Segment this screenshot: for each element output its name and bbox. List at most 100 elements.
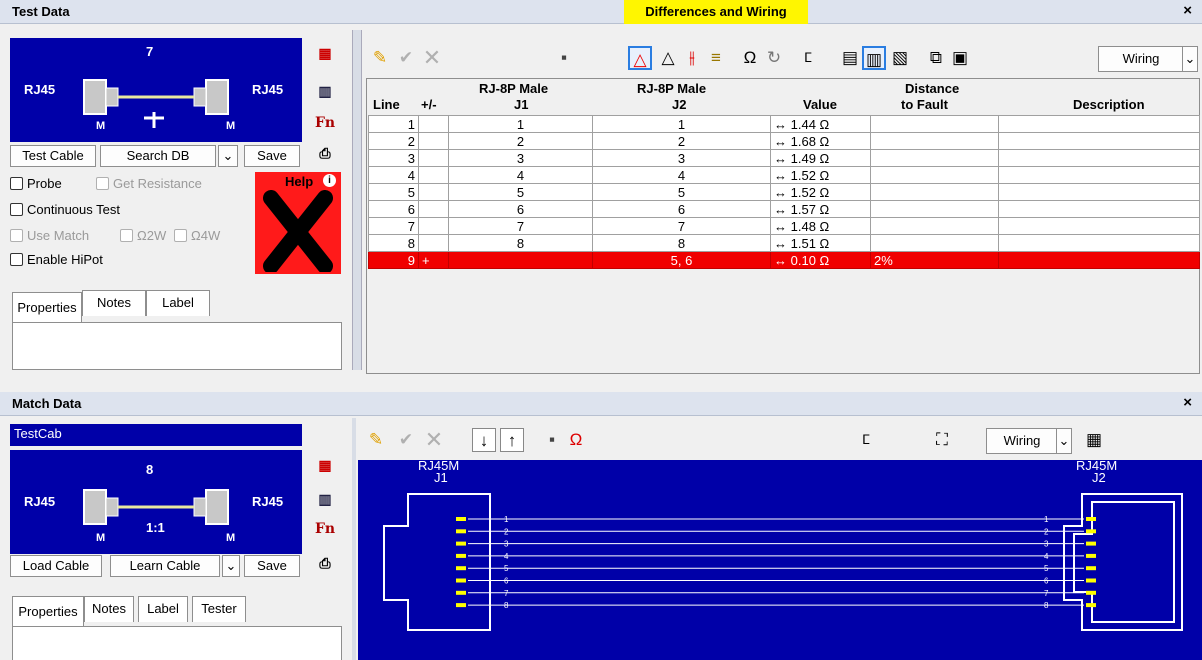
match-function-icon[interactable]: Fn [314,518,336,540]
table-row[interactable]: 1 1 1 ↔ 1.44 Ω [368,115,1200,133]
cell-plus-minus[interactable]: + [418,251,449,269]
cell-description[interactable] [998,217,1200,235]
table-row-fault[interactable]: 9 +5, 6 ↔ 0.10 Ω 2% [368,251,1200,269]
cell-value[interactable]: ↔ 1.68 Ω [770,132,871,150]
print-icon[interactable]: ⎙ [314,142,336,164]
get-resistance-checkbox[interactable]: Get Resistance [96,176,202,191]
cell-j1[interactable]: 7 [448,217,593,235]
wiring-diagram[interactable]: RJ45M J1 RJ45M J2 1122334455667788 [358,460,1202,660]
continuous-test-checkbox[interactable]: Continuous Test [10,202,120,217]
ohm-rotate-icon[interactable]: ↻ [762,46,786,70]
cell-distance[interactable]: 2% [870,251,999,269]
search-db-dropdown-icon[interactable]: ⌄ [218,145,238,167]
cell-distance[interactable] [870,183,999,201]
cell-j1[interactable]: 1 [448,115,593,133]
cell-j1[interactable]: 8 [448,234,593,252]
cell-distance[interactable] [870,132,999,150]
cell-j2[interactable]: 5, 6 [592,251,771,269]
columns-icon[interactable]: ▥ [862,46,886,70]
accept-check-icon[interactable]: ✔ [394,46,418,70]
cell-j2[interactable]: 4 [592,166,771,184]
o4w-checkbox[interactable]: Ω4W [174,228,220,243]
cell-j1[interactable]: 5 [448,183,593,201]
cell-line[interactable]: 6 [368,200,419,218]
cell-j2[interactable]: 7 [592,217,771,235]
enable-hipot-checkbox[interactable]: Enable HiPot [10,252,103,267]
cell-value[interactable]: ↔ 1.52 Ω [770,166,871,184]
learn-cable-button[interactable]: Learn Cable [110,555,220,577]
cell-plus-minus[interactable] [418,183,449,201]
cell-plus-minus[interactable] [418,166,449,184]
split-wire-icon[interactable]: ⫲ [680,46,704,70]
cell-distance[interactable] [870,217,999,235]
info-icon[interactable]: i [323,174,336,187]
table-row[interactable]: 5 5 5 ↔ 1.52 Ω [368,183,1200,201]
paste-icon[interactable]: ▣ [948,46,972,70]
wire-ends-icon[interactable]: ⵎ [796,46,820,70]
help-fail-indicator[interactable]: Help i [255,172,341,274]
triangle-icon[interactable]: △ [656,46,680,70]
cell-line[interactable]: 2 [368,132,419,150]
cell-line[interactable]: 9 [368,251,419,269]
move-down-icon[interactable]: ↓ [472,428,496,452]
match-properties-area[interactable] [12,626,342,660]
cell-value[interactable]: ↔ 1.48 Ω [770,217,871,235]
fit-view-icon[interactable]: ⛶ [930,428,954,452]
match-edit-pencil-icon[interactable]: ✎ [364,428,388,452]
cell-plus-minus[interactable] [418,200,449,218]
cell-j1[interactable]: 3 [448,149,593,167]
cell-plus-minus[interactable] [418,115,449,133]
match-cable-name[interactable]: TestCab [10,424,302,446]
cell-j1[interactable]: 2 [448,132,593,150]
cell-value[interactable]: ↔ 1.44 Ω [770,115,871,133]
cell-plus-minus[interactable] [418,217,449,235]
cell-j1[interactable]: 4 [448,166,593,184]
cell-value[interactable]: ↔ 1.57 Ω [770,200,871,218]
test-tab-notes[interactable]: Notes [82,290,146,316]
wiring-dropdown-arrow-icon[interactable]: ⌄ [1182,46,1198,72]
cell-distance[interactable] [870,115,999,133]
cell-plus-minus[interactable] [418,234,449,252]
learn-cable-dropdown-icon[interactable]: ⌄ [222,555,240,577]
cell-j2[interactable]: 8 [592,234,771,252]
cell-line[interactable]: 5 [368,183,419,201]
test-cable-graphic[interactable]: 7 RJ45 RJ45 M M [10,38,302,142]
cable-book-icon[interactable]: ▦ [314,42,336,64]
cell-description[interactable] [998,251,1200,269]
cell-distance[interactable] [870,149,999,167]
ohm-icon[interactable]: Ω [738,46,762,70]
parallel-lines-icon[interactable]: ≡ [704,46,728,70]
cell-description[interactable] [998,200,1200,218]
copy-icon[interactable]: ⧉ [924,46,948,70]
table-row[interactable]: 2 2 2 ↔ 1.68 Ω [368,132,1200,150]
match-tab-tester[interactable]: Tester [192,596,246,622]
cell-value[interactable]: ↔ 0.10 Ω [770,251,871,269]
match-cable-graphic[interactable]: 8 RJ45 RJ45 M M 1:1 [10,450,302,554]
columns-view-icon[interactable]: ▥ [314,80,336,102]
cell-plus-minus[interactable] [418,132,449,150]
cell-distance[interactable] [870,234,999,252]
table-row[interactable]: 7 7 7 ↔ 1.48 Ω [368,217,1200,235]
function-icon[interactable]: Fn [314,112,336,134]
test-tab-label[interactable]: Label [146,290,210,316]
cancel-x-icon[interactable]: ✕ [420,46,444,70]
omega-download-icon[interactable]: Ω [564,428,588,452]
match-tab-notes[interactable]: Notes [84,596,134,622]
load-cable-button[interactable]: Load Cable [10,555,102,577]
cell-j1[interactable] [448,251,593,269]
use-match-checkbox[interactable]: Use Match [10,228,89,243]
cell-description[interactable] [998,149,1200,167]
connector-icon[interactable]: ▪ [552,46,576,70]
wiring-view-dropdown[interactable]: Wiring [1098,46,1184,72]
cell-value[interactable]: ↔ 1.52 Ω [770,183,871,201]
cell-value[interactable]: ↔ 1.51 Ω [770,234,871,252]
match-tab-label[interactable]: Label [138,596,188,622]
cell-distance[interactable] [870,200,999,218]
cell-description[interactable] [998,183,1200,201]
test-cable-button[interactable]: Test Cable [10,145,96,167]
cell-j2[interactable]: 2 [592,132,771,150]
cell-j2[interactable]: 3 [592,149,771,167]
cell-plus-minus[interactable] [418,149,449,167]
cell-j2[interactable]: 5 [592,183,771,201]
test-save-button[interactable]: Save [244,145,300,167]
